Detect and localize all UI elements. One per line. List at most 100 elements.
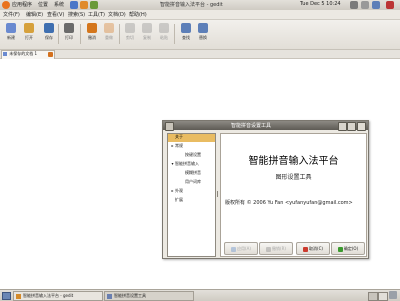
cut-button-label: 剪切 bbox=[126, 35, 134, 40]
tree-item-label: 外观 bbox=[175, 188, 183, 193]
tree-item-label: 智能拼音输入 bbox=[175, 161, 199, 166]
undo-icon bbox=[87, 23, 97, 33]
ok-button[interactable]: 确定(O) bbox=[331, 242, 365, 255]
document-icon bbox=[3, 52, 7, 56]
update-notifier-icon[interactable] bbox=[372, 1, 380, 9]
new-button[interactable]: 新建 bbox=[2, 22, 20, 46]
tree-item-fuzzy[interactable]: 模糊拼音 bbox=[168, 170, 201, 178]
menu-help[interactable]: 帮助(H) bbox=[129, 11, 147, 18]
window-menu-icon[interactable] bbox=[165, 122, 174, 131]
document-tab-label: 未保存的文档 1 bbox=[9, 51, 38, 56]
apply-button[interactable]: 应用(A) bbox=[224, 242, 258, 255]
open-folder-icon bbox=[24, 23, 34, 33]
menu-file[interactable]: 文件(F) bbox=[3, 11, 20, 18]
cancel-button-label: 取消(C) bbox=[309, 246, 323, 251]
apply-icon bbox=[231, 246, 237, 252]
toolbar-separator bbox=[58, 24, 59, 44]
menu-documents[interactable]: 文档(D) bbox=[108, 11, 126, 18]
undo-button[interactable]: 撤消 bbox=[83, 22, 101, 46]
tree-item-user-dict[interactable]: 用户词库 bbox=[168, 179, 201, 187]
mail-launcher-icon[interactable] bbox=[80, 1, 88, 9]
about-heading: 智能拼音输入法平台 bbox=[248, 156, 339, 167]
logout-icon[interactable] bbox=[386, 1, 394, 9]
copy-button[interactable]: 复制 bbox=[138, 22, 156, 46]
taskbar-label: 智能拼音设置工具 bbox=[114, 293, 146, 298]
minimize-icon[interactable] bbox=[338, 122, 347, 131]
about-page: 智能拼音输入法平台 图形设置工具 版权所有 © 2006 Yu Fan <yuf… bbox=[220, 133, 367, 257]
menubar: 文件(F) 编辑(E) 查看(V) 搜索(S) 工具(T) 文档(D) 帮助(H… bbox=[0, 10, 400, 20]
paste-button[interactable]: 粘贴 bbox=[155, 22, 173, 46]
ok-icon bbox=[337, 246, 343, 252]
redo-icon bbox=[104, 23, 114, 33]
new-button-label: 新建 bbox=[7, 35, 15, 40]
dialog-titlebar[interactable]: 智能拼音设置工具 bbox=[163, 121, 368, 131]
tree-item-about[interactable]: 关于 bbox=[168, 134, 215, 142]
taskbar-label: 智能拼音输入法平台 - gedit bbox=[23, 293, 74, 298]
about-copyright: 版权所有 © 2006 Yu Fan <yufanyufan@gmail.com… bbox=[225, 200, 353, 206]
splitter-grip-icon bbox=[217, 191, 218, 197]
toolbar: 新建 打开 保存 打印 撤消 重做 剪切 复制 粘贴 查找 替换 bbox=[0, 20, 400, 50]
menu-search[interactable]: 搜索(S) bbox=[68, 11, 85, 18]
replace-button[interactable]: 替换 bbox=[194, 22, 212, 46]
gedit-icon bbox=[16, 293, 21, 299]
find-icon bbox=[181, 23, 191, 33]
panel-clock[interactable]: Tue Dec 5 10:24 bbox=[300, 1, 341, 7]
save-button[interactable]: 保存 bbox=[40, 22, 58, 46]
ubuntu-logo-icon[interactable] bbox=[2, 1, 10, 9]
save-button-label: 保存 bbox=[45, 35, 53, 40]
tree-item-appearance[interactable]: ▸ 外观 bbox=[168, 188, 183, 196]
cancel-button[interactable]: 取消(C) bbox=[296, 242, 330, 255]
tree-item-extensions[interactable]: 扩展 bbox=[168, 197, 183, 205]
toolbar-separator bbox=[80, 24, 81, 44]
find-button[interactable]: 查找 bbox=[177, 22, 195, 46]
dialog-title: 智能拼音设置工具 bbox=[231, 123, 272, 129]
panel-menu-applications[interactable]: 应用程序 bbox=[12, 1, 32, 8]
settings-tree: 关于 ▸ 常规 按键设置 ▾ 智能拼音输入 模糊拼音 用户词库 ▸ 外观 扩展 bbox=[167, 133, 216, 257]
paste-button-label: 粘贴 bbox=[160, 35, 168, 40]
panel-menu-places[interactable]: 位置 bbox=[38, 1, 48, 8]
apply-button-label: 应用(A) bbox=[237, 246, 251, 251]
new-document-icon bbox=[6, 23, 16, 33]
print-button[interactable]: 打印 bbox=[60, 22, 78, 46]
save-icon bbox=[44, 23, 54, 33]
menu-view[interactable]: 查看(V) bbox=[47, 11, 64, 18]
close-tab-icon[interactable] bbox=[48, 52, 53, 57]
settings-dialog: 智能拼音设置工具 关于 ▸ 常规 按键设置 ▾ 智能拼音输入 模糊拼音 用户词库 ▸… bbox=[162, 120, 369, 259]
cut-button[interactable]: 剪切 bbox=[121, 22, 139, 46]
trash-icon[interactable] bbox=[389, 291, 397, 299]
show-desktop-icon[interactable] bbox=[2, 292, 11, 300]
panel-menu-system[interactable]: 系统 bbox=[54, 1, 64, 8]
settings-icon bbox=[107, 293, 112, 299]
maximize-icon[interactable] bbox=[347, 122, 356, 131]
tree-item-general[interactable]: ▸ 常规 bbox=[168, 143, 183, 151]
tree-item-pinyin[interactable]: ▾ 智能拼音输入 bbox=[168, 161, 199, 169]
close-icon[interactable] bbox=[357, 122, 366, 131]
open-button-label: 打开 bbox=[25, 35, 33, 40]
open-button[interactable]: 打开 bbox=[20, 22, 38, 46]
browser-launcher-icon[interactable] bbox=[70, 1, 78, 9]
revert-button[interactable]: 撤销(R) bbox=[259, 242, 293, 255]
tree-item-label: 按键设置 bbox=[185, 152, 201, 157]
tree-item-label: 关于 bbox=[175, 134, 183, 139]
paste-icon bbox=[159, 23, 169, 33]
network-icon[interactable] bbox=[350, 1, 358, 9]
find-button-label: 查找 bbox=[182, 35, 190, 40]
bottom-panel: 智能拼音输入法平台 - gedit 智能拼音设置工具 bbox=[0, 289, 400, 301]
help-launcher-icon[interactable] bbox=[90, 1, 98, 9]
cancel-icon bbox=[303, 246, 309, 252]
toolbar-separator bbox=[174, 24, 175, 44]
ok-button-label: 确定(O) bbox=[343, 246, 359, 251]
pane-splitter[interactable] bbox=[216, 133, 219, 255]
menu-tools[interactable]: 工具(T) bbox=[88, 11, 105, 18]
about-subheading: 图形设置工具 bbox=[275, 174, 312, 181]
revert-button-label: 撤销(R) bbox=[272, 246, 286, 251]
redo-button[interactable]: 重做 bbox=[100, 22, 118, 46]
print-icon bbox=[64, 23, 74, 33]
toolbar-separator bbox=[119, 24, 120, 44]
tree-item-keys[interactable]: 按键设置 bbox=[168, 152, 201, 160]
menu-edit[interactable]: 编辑(E) bbox=[26, 11, 43, 18]
tree-item-label: 模糊拼音 bbox=[185, 170, 201, 175]
document-tab[interactable]: 未保存的文档 1 bbox=[1, 50, 55, 59]
active-window-title: 智能拼音输入法平台 - gedit bbox=[160, 2, 223, 8]
volume-icon[interactable] bbox=[361, 1, 369, 9]
